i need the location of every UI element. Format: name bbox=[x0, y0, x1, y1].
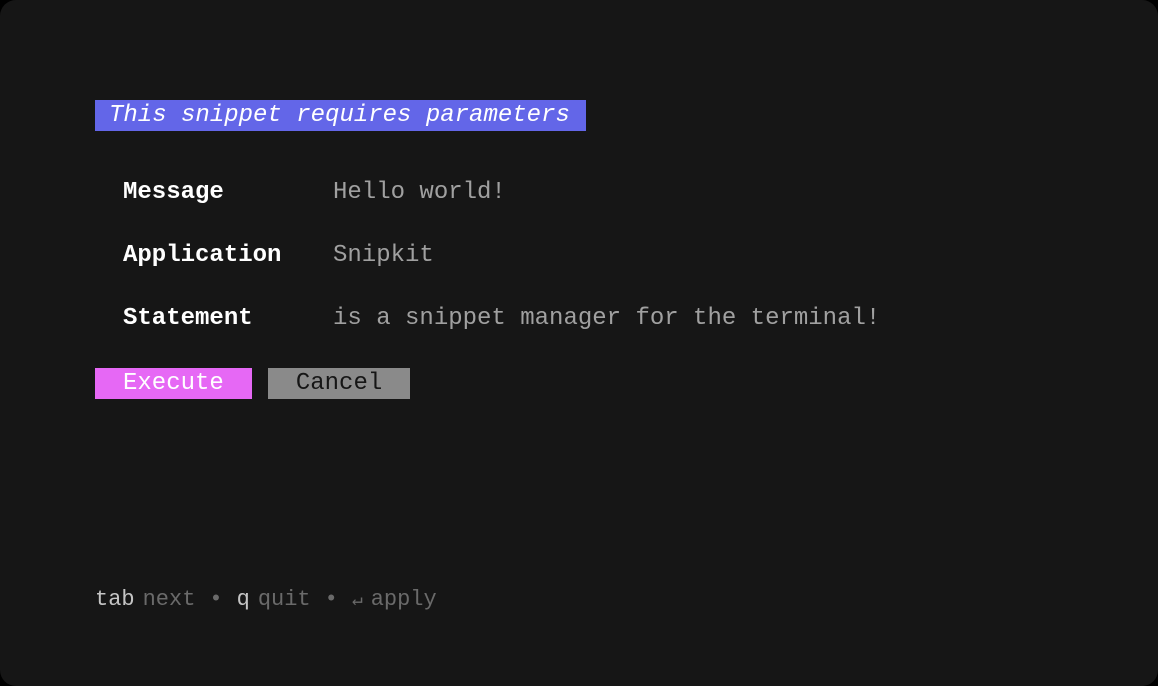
hint-separator: • bbox=[209, 587, 222, 612]
param-value-application[interactable]: Snipkit bbox=[333, 242, 434, 269]
cancel-button[interactable]: Cancel bbox=[268, 368, 410, 399]
param-value-message[interactable]: Hello world! bbox=[333, 179, 506, 206]
hint-tab-key: tab bbox=[95, 587, 135, 612]
param-row-application: Application Snipkit bbox=[123, 242, 1063, 269]
param-label-statement: Statement bbox=[123, 305, 333, 332]
param-label-application: Application bbox=[123, 242, 333, 269]
param-value-statement[interactable]: is a snippet manager for the terminal! bbox=[333, 305, 880, 332]
param-row-message: Message Hello world! bbox=[123, 179, 1063, 206]
hint-tab-action: next bbox=[143, 587, 196, 612]
execute-button[interactable]: Execute bbox=[95, 368, 252, 399]
hints-bar: tab next • q quit • ↵ apply bbox=[95, 587, 437, 612]
param-row-statement: Statement is a snippet manager for the t… bbox=[123, 305, 1063, 332]
hint-separator: • bbox=[325, 587, 338, 612]
terminal-window: This snippet requires parameters Message… bbox=[0, 0, 1158, 686]
button-row: Execute Cancel bbox=[95, 368, 1063, 399]
panel-title: This snippet requires parameters bbox=[95, 100, 586, 131]
param-label-message: Message bbox=[123, 179, 333, 206]
enter-icon: ↵ bbox=[352, 589, 363, 611]
hint-q-key: q bbox=[237, 587, 250, 612]
hint-enter-action: apply bbox=[371, 587, 437, 612]
hint-q-action: quit bbox=[258, 587, 311, 612]
